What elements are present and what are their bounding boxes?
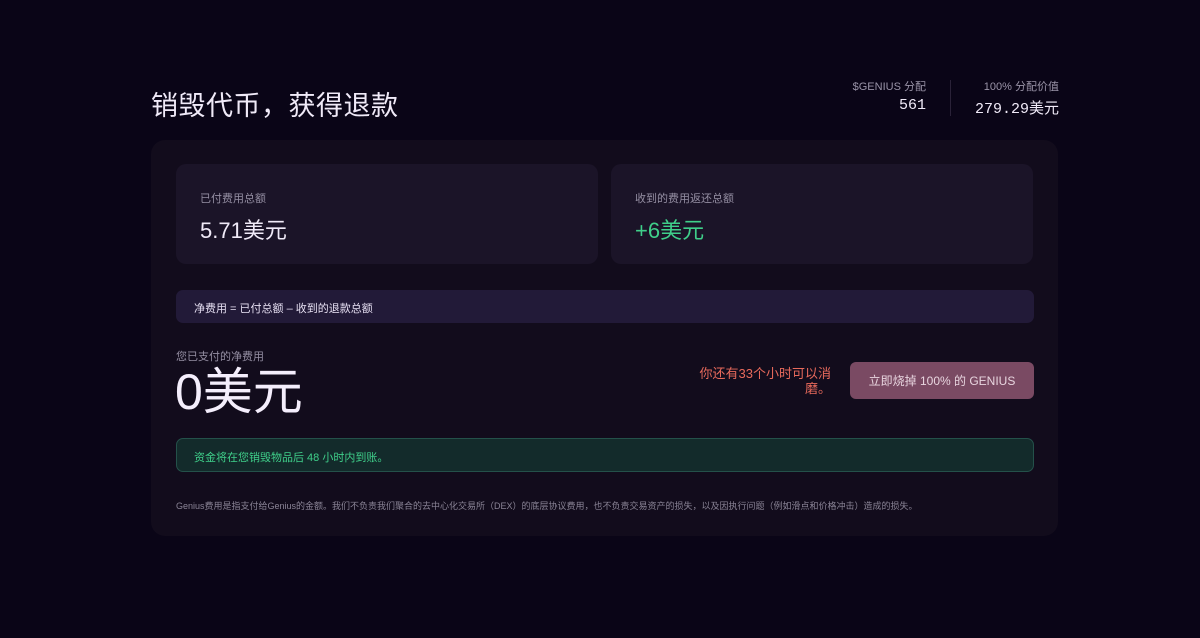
- allocation-stats: $GENIUS 分配 561 100% 分配价值 279.29美元: [853, 80, 1059, 118]
- net-fee-formula-text: 净费用 = 已付总额 – 收到的退款总额: [194, 303, 373, 315]
- allocation-value-label: 100% 分配价值: [983, 81, 1059, 93]
- header: 销毁代币，获得退款 $GENIUS 分配 561 100% 分配价值 279.2…: [151, 80, 1059, 121]
- refund-card: 已付费用总额 5.71美元 收到的费用返还总额 +6美元 净费用 = 已付总额 …: [151, 140, 1058, 536]
- page: 销毁代币，获得退款 $GENIUS 分配 561 100% 分配价值 279.2…: [0, 0, 1200, 638]
- allocation-value-value: 279.29美元: [974, 101, 1059, 118]
- genius-allocation-label: $GENIUS 分配: [852, 81, 926, 93]
- page-title: 销毁代币，获得退款: [151, 91, 399, 121]
- funds-arrival-notice: 资金将在您销毁物品后 48 小时内到账。: [176, 438, 1034, 472]
- total-refund-box: 收到的费用返还总额 +6美元: [611, 164, 1033, 264]
- genius-allocation-value: 561: [898, 97, 926, 114]
- net-fee-formula: 净费用 = 已付总额 – 收到的退款总额: [176, 290, 1034, 323]
- total-fees-paid-label: 已付费用总额: [200, 193, 266, 205]
- total-refund-label: 收到的费用返还总额: [635, 193, 734, 205]
- funds-arrival-notice-text: 资金将在您销毁物品后 48 小时内到账。: [194, 452, 389, 464]
- total-fees-paid-value: 5.71美元: [200, 218, 287, 243]
- genius-allocation-stat: $GENIUS 分配 561: [853, 80, 926, 118]
- stat-divider: [949, 80, 951, 116]
- burn-genius-button[interactable]: 立即烧掉 100% 的 GENIUS: [850, 362, 1034, 399]
- total-fees-paid-box: 已付费用总额 5.71美元: [176, 164, 598, 264]
- allocation-value-stat: 100% 分配价值 279.29美元: [975, 80, 1059, 118]
- time-remaining-warning: 你还有33个小时可以消磨。: [699, 366, 831, 396]
- fee-disclaimer: Genius费用是指支付给Genius的金额。我们不负责我们聚合的去中心化交易所…: [176, 501, 918, 511]
- total-refund-value: +6美元: [635, 218, 705, 243]
- net-fee-value: 0美元: [175, 364, 303, 420]
